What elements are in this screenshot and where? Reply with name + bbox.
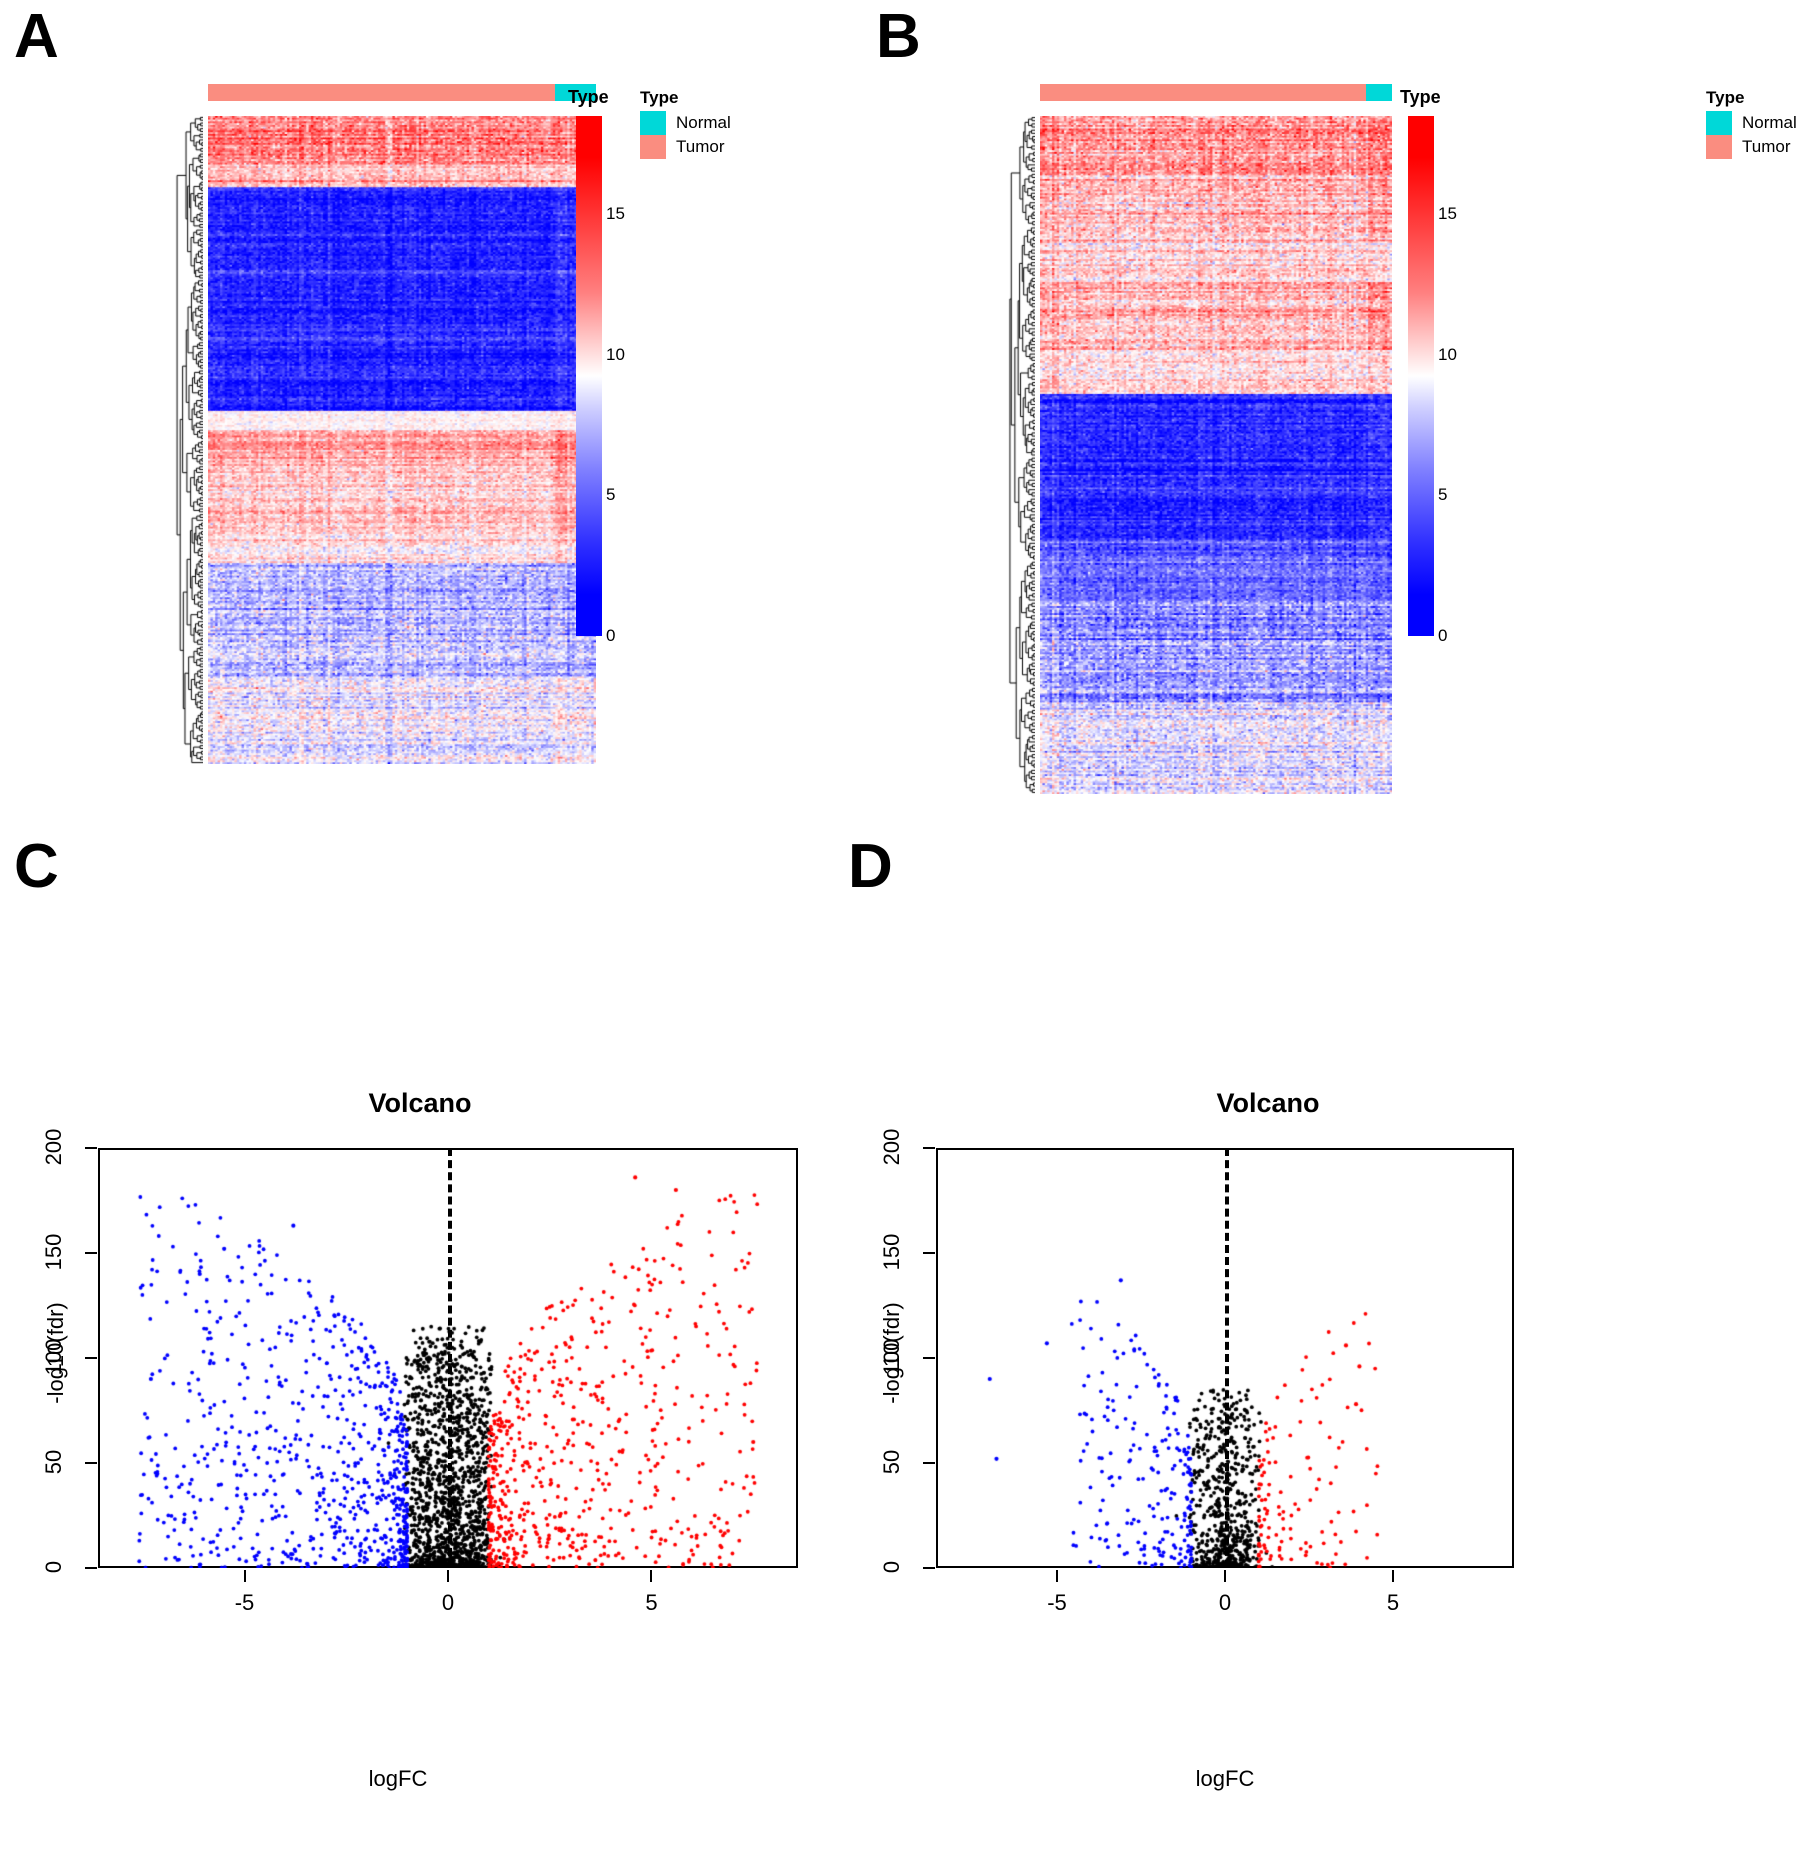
panel-letter-c: C (14, 832, 59, 901)
type-legend-b: Type Normal Tumor (1706, 88, 1797, 159)
y-tick-label-50: 50 (879, 1449, 904, 1475)
volcano-points-d (936, 1148, 1514, 1568)
colorbar-ticks-a: 15 10 5 0 (606, 116, 666, 644)
volcano-plot-c (98, 1148, 798, 1568)
row-dendrogram-b (852, 116, 1035, 794)
legend-label-normal-b: Normal (1742, 113, 1797, 132)
heatmap-panel-b: Type 15 10 5 0 (852, 84, 1512, 794)
colorbar-tick-5: 5 (1438, 485, 1448, 505)
type-legend-title-b: Type (1706, 88, 1745, 107)
volcano-title-c: Volcano (368, 1088, 472, 1118)
x-tick-label-0: 0 (441, 1590, 455, 1615)
colorbar-tick-0: 0 (1438, 626, 1448, 645)
colorbar-tick-0: 0 (606, 626, 616, 645)
y-tick-label-0: 0 (41, 1560, 66, 1574)
panel-letter-b: B (876, 2, 921, 71)
x-tick-mark-5 (1392, 1570, 1395, 1582)
y-tick-label-200: 200 (41, 1128, 66, 1166)
y-tick-mark-50 (85, 1462, 97, 1464)
x-tick-mark-5 (650, 1570, 653, 1582)
volcano-ylabel-c: -log10(fdr) (43, 1302, 68, 1404)
row-dendrogram-a (28, 116, 203, 764)
colorbar-type-label-a: Type (568, 87, 609, 107)
y-tick-mark-50 (923, 1462, 935, 1464)
type-segment-normal (1365, 84, 1392, 101)
volcano-plot-d (936, 1148, 1514, 1568)
colorbar-tick-15: 15 (1438, 204, 1457, 224)
y-tick-label-50: 50 (41, 1449, 66, 1475)
y-tick-mark-200 (85, 1147, 97, 1149)
colorbar-tick-10: 10 (606, 344, 625, 364)
type-annotation-bar-b (1040, 84, 1392, 101)
tumor-swatch-b (1706, 135, 1732, 159)
volcano-title-d: Volcano (1216, 1088, 1320, 1118)
panel-letter-d: D (848, 832, 893, 901)
volcano-xlabel-d: logFC (1195, 1766, 1255, 1791)
y-tick-mark-0 (85, 1567, 97, 1569)
volcano-xlabel-c: logFC (368, 1766, 428, 1791)
type-legend-title-a: Type (640, 88, 679, 107)
volcano-points-c (98, 1148, 798, 1568)
tumor-swatch-a (640, 135, 666, 159)
x-tick-label-5: 5 (645, 1590, 658, 1615)
normal-swatch-a (640, 111, 666, 135)
y-tick-mark-100 (923, 1357, 935, 1359)
type-segment-tumor (1040, 84, 1366, 101)
expression-heatmap-b (1040, 116, 1392, 794)
volcano-scatter-canvas (98, 1148, 798, 1568)
type-annotation-bar-a (208, 84, 596, 101)
normal-swatch-b (1706, 111, 1732, 135)
colorbar-gradient-b (1408, 116, 1434, 636)
x-tick-mark-0 (447, 1570, 449, 1582)
colorbar-gradient-a (576, 116, 602, 636)
y-tick-label-150: 150 (879, 1233, 904, 1271)
expression-heatmap-a (208, 116, 596, 764)
legend-label-tumor-a: Tumor (676, 137, 725, 156)
colorbar-tick-10: 10 (1438, 344, 1457, 364)
y-tick-label-150: 150 (41, 1233, 66, 1271)
x-tick-label--5: -5 (234, 1590, 255, 1615)
legend-item-normal-a: Normal (640, 111, 731, 135)
panel-letter-a: A (14, 2, 59, 71)
x-tick-label--5: -5 (1047, 1590, 1067, 1615)
y-tick-mark-0 (923, 1567, 935, 1569)
colorbar-tick-5: 5 (606, 485, 616, 505)
volcano-ylabel-d: -log10(fdr) (879, 1302, 904, 1404)
y-tick-mark-200 (923, 1147, 935, 1149)
legend-item-normal-b: Normal (1706, 111, 1797, 135)
expression-colorbar-b: 15 10 5 0 (1408, 116, 1457, 644)
y-tick-mark-150 (85, 1252, 97, 1254)
y-tick-mark-150 (923, 1252, 935, 1254)
type-legend-a: Type Normal Tumor (640, 88, 731, 159)
expression-colorbar-a: 15 10 5 0 (576, 116, 625, 644)
legend-label-normal-a: Normal (676, 113, 731, 132)
y-tick-label-200: 200 (879, 1128, 904, 1166)
x-tick-mark-0 (1224, 1570, 1226, 1582)
colorbar-type-label-b: Type (1400, 87, 1441, 107)
x-tick-label-0: 0 (1218, 1590, 1232, 1615)
colorbar-tick-15: 15 (606, 204, 625, 224)
heatmap-panel-a: Type 15 10 5 0 (28, 84, 668, 764)
x-tick-label-5: 5 (1386, 1590, 1400, 1615)
legend-label-tumor-b: Tumor (1742, 137, 1791, 156)
x-tick-mark--5 (1055, 1570, 1058, 1582)
legend-item-tumor-a: Tumor (640, 135, 731, 159)
volcano-scatter-canvas (936, 1148, 1514, 1568)
x-tick-mark--5 (243, 1570, 246, 1582)
y-tick-label-0: 0 (879, 1560, 904, 1574)
colorbar-ticks-b: 15 10 5 0 (1438, 116, 1498, 644)
type-segment-tumor (208, 84, 556, 101)
y-tick-mark-100 (85, 1357, 97, 1359)
legend-item-tumor-b: Tumor (1706, 135, 1797, 159)
